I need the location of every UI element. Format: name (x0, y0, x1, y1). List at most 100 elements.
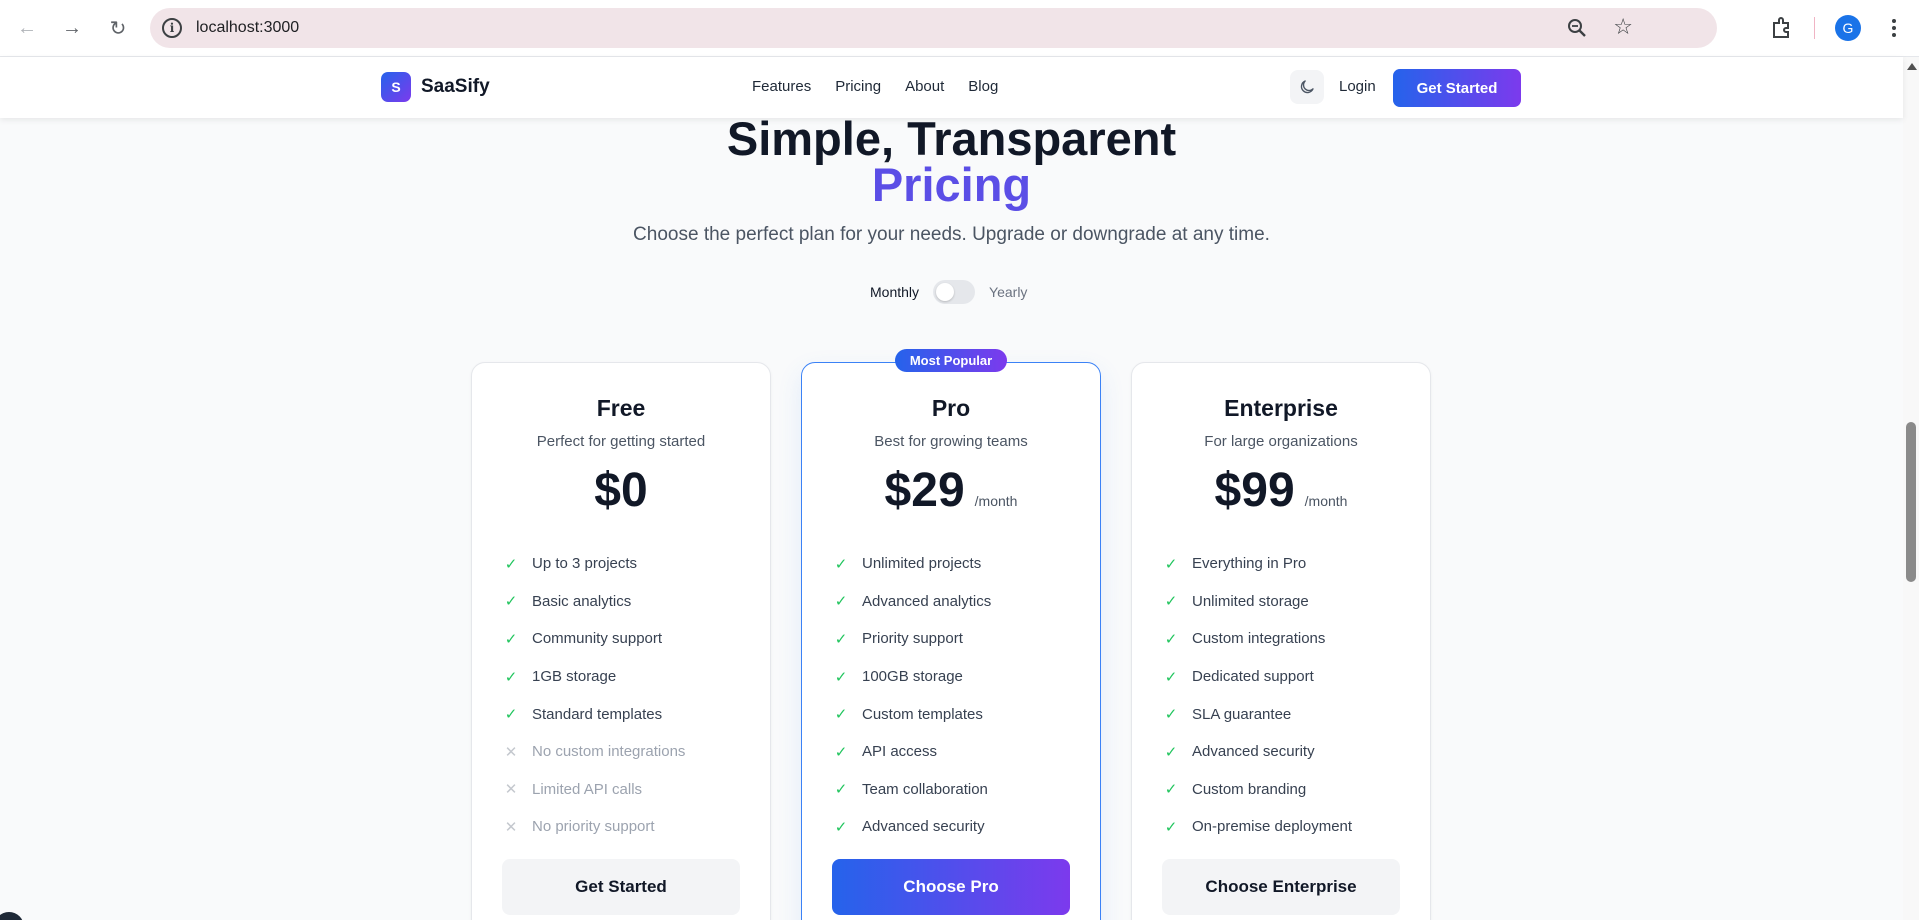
feature-item: ✓ Community support (504, 620, 685, 658)
feature-item: ✓ On-premise deployment (1164, 808, 1352, 846)
extensions-icon[interactable] (1768, 14, 1796, 42)
feature-item: ✓ Up to 3 projects (504, 545, 685, 583)
yearly-label[interactable]: Yearly (989, 284, 1027, 300)
plan-description: Best for growing teams (874, 433, 1028, 450)
get-started-button[interactable]: Get Started (1393, 69, 1521, 107)
plan-card-pro: Pro Best for growing teams $29 /month ✓ U… (801, 362, 1101, 920)
plan-price: $0 (594, 464, 648, 517)
check-icon: ✓ (1164, 743, 1178, 761)
feature-item: ✓ 1GB storage (504, 658, 685, 696)
feature-item: ✓ Basic analytics (504, 583, 685, 621)
browser-menu-icon[interactable] (1880, 14, 1908, 42)
choose-pro-button[interactable]: Choose Pro (832, 859, 1070, 915)
plan-name: Free (596, 395, 646, 421)
feature-item: ✓ Advanced security (1164, 733, 1352, 771)
feature-item: ✓ Standard templates (504, 695, 685, 733)
page-subtitle: Choose the perfect plan for your needs. … (633, 224, 1270, 245)
check-icon: ✓ (834, 818, 848, 836)
feature-text: Community support (532, 630, 663, 648)
nav-blog[interactable]: Blog (968, 78, 998, 95)
feature-text: Priority support (862, 630, 963, 648)
check-icon: ✓ (504, 593, 518, 611)
scroll-up-arrow-icon[interactable] (1907, 63, 1917, 70)
plan-price: $29 (884, 464, 965, 517)
theme-toggle-button[interactable] (1290, 70, 1324, 104)
feature-item: ✓ Priority support (834, 620, 991, 658)
feature-text: 1GB storage (532, 668, 617, 686)
check-icon: ✓ (504, 555, 518, 573)
feature-item: ✓ Unlimited projects (834, 545, 991, 583)
reload-icon[interactable]: ↻ (104, 14, 132, 42)
x-icon: ✕ (504, 743, 518, 761)
check-icon: ✓ (834, 781, 848, 799)
zoom-icon[interactable] (1565, 16, 1589, 40)
feature-text: API access (862, 743, 938, 761)
feature-text: Advanced analytics (862, 592, 992, 610)
plan-description: For large organizations (1204, 433, 1358, 450)
feature-list: ✓ Everything in Pro ✓ Unlimited storage ✓ Cus… (1164, 545, 1352, 846)
page-scrollbar[interactable] (1903, 57, 1919, 920)
plan-period: /month (974, 493, 1018, 509)
feature-text: Custom templates (862, 705, 983, 723)
monthly-label[interactable]: Monthly (870, 284, 919, 300)
switch-knob (936, 283, 955, 301)
nav-pricing[interactable]: Pricing (835, 78, 881, 95)
address-bar[interactable]: i localhost:3000 ☆ (150, 8, 1717, 48)
feature-text: Team collaboration (862, 780, 988, 798)
feature-item: ✓ Unlimited storage (1164, 583, 1352, 621)
login-link[interactable]: Login (1339, 78, 1376, 95)
feature-text: Unlimited projects (862, 555, 982, 573)
back-arrow-icon[interactable]: ← (13, 14, 41, 42)
page-title: Simple, Transparent (726, 112, 1177, 165)
feature-item: ✓ Advanced security (834, 808, 991, 846)
feature-text: Custom branding (1192, 780, 1307, 798)
site-info-icon[interactable]: i (162, 18, 182, 38)
floating-widget[interactable] (0, 912, 24, 920)
url-text[interactable]: localhost:3000 (196, 19, 299, 37)
plan-period: /month (1304, 493, 1348, 509)
scroll-thumb[interactable] (1906, 422, 1916, 582)
moon-icon (1300, 80, 1314, 94)
feature-text: SLA guarantee (1192, 705, 1292, 723)
feature-item: ✓ 100GB storage (834, 658, 991, 696)
check-icon: ✓ (504, 630, 518, 648)
feature-item: ✓ SLA guarantee (1164, 695, 1352, 733)
feature-item: ✓ Custom branding (1164, 771, 1352, 809)
feature-item: ✓ Custom templates (834, 695, 991, 733)
plan-price-row: $99 /month (1132, 463, 1430, 518)
page-title-highlight: Pricing (871, 158, 1032, 211)
feature-item: ✓ Team collaboration (834, 771, 991, 809)
feature-item: ✓ Advanced analytics (834, 583, 992, 621)
feature-text: Everything in Pro (1192, 555, 1307, 573)
check-icon: ✓ (834, 593, 848, 611)
plan-get-started-button[interactable]: Get Started (502, 859, 740, 915)
profile-avatar[interactable]: G (1835, 15, 1861, 41)
check-icon: ✓ (1164, 630, 1178, 648)
feature-item: ✓ Dedicated support (1164, 658, 1352, 696)
feature-text: Up to 3 projects (532, 555, 638, 573)
check-icon: ✓ (1164, 555, 1178, 573)
logo[interactable]: S SaaSify (381, 72, 490, 102)
site-header: S SaaSify Features Pricing About Blog Lo… (0, 57, 1903, 118)
choose-enterprise-button[interactable]: Choose Enterprise (1162, 859, 1400, 915)
nav-about[interactable]: About (905, 78, 944, 95)
feature-item: ✓ API access (834, 733, 991, 771)
forward-arrow-icon[interactable]: → (58, 14, 86, 42)
check-icon: ✓ (834, 630, 848, 648)
feature-text: Standard templates (532, 705, 663, 723)
plan-price-row: $29 /month (802, 463, 1100, 518)
feature-text: Dedicated support (1192, 668, 1314, 686)
bookmark-star-icon[interactable]: ☆ (1613, 14, 1633, 40)
feature-text: No priority support (532, 818, 655, 836)
feature-text: Advanced security (1192, 743, 1315, 761)
feature-text: Custom integrations (1192, 630, 1326, 648)
logo-mark: S (381, 72, 411, 102)
toolbar-divider (1814, 17, 1815, 39)
nav-features[interactable]: Features (752, 78, 811, 95)
feature-text: No custom integrations (532, 743, 686, 761)
check-icon: ✓ (1164, 818, 1178, 836)
billing-switch[interactable] (933, 280, 976, 304)
feature-item: ✓ Everything in Pro (1164, 545, 1352, 583)
check-icon: ✓ (1164, 593, 1178, 611)
check-icon: ✓ (1164, 706, 1178, 724)
